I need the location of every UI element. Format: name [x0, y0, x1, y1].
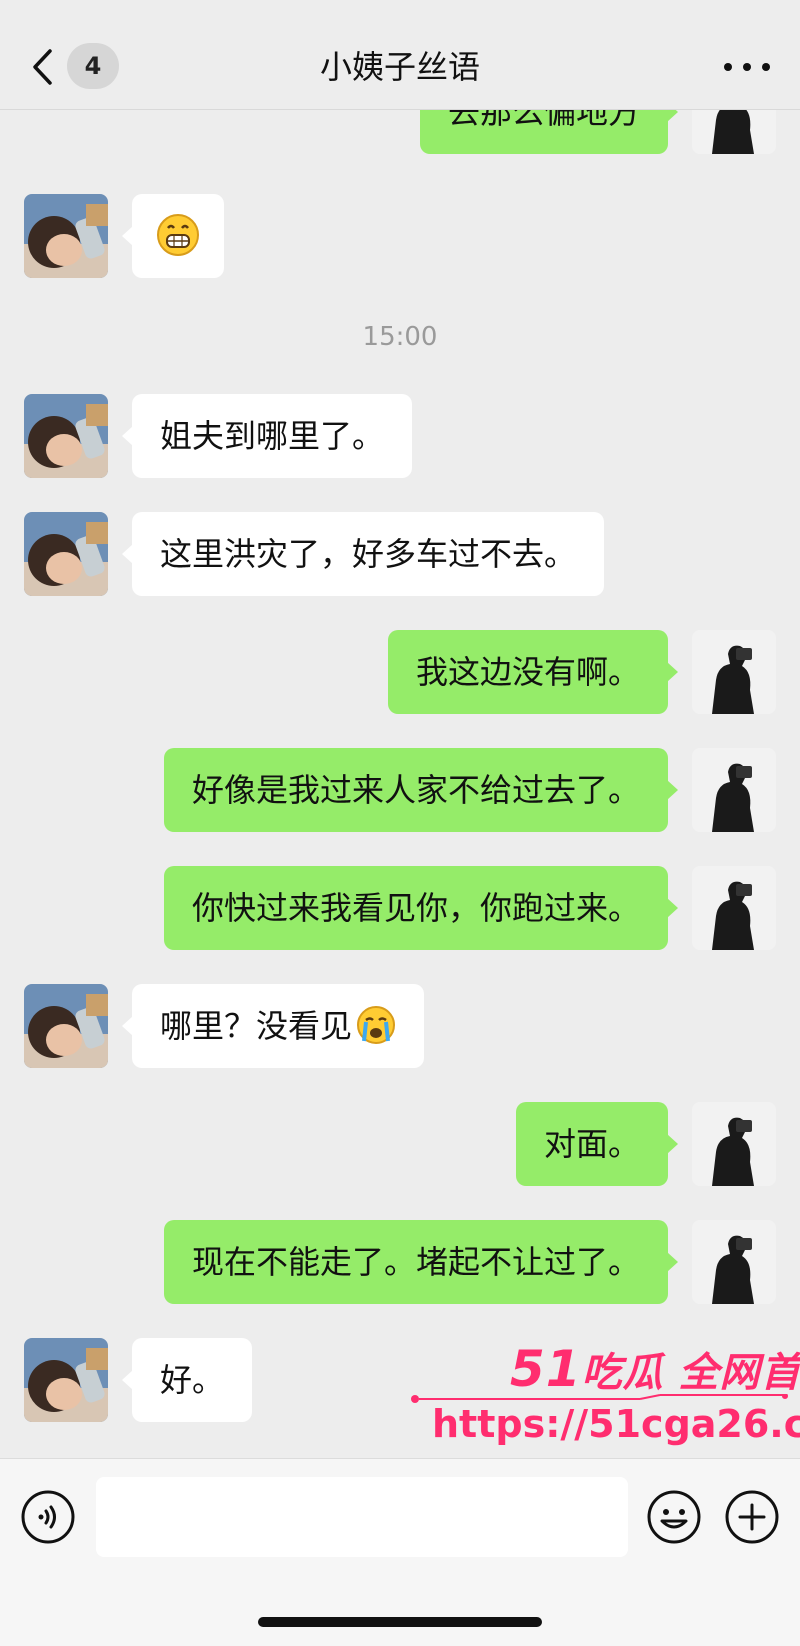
message-list[interactable]: 去那么偏地方 15:00 姐夫到哪里了。 这里洪灾了，好多车过不去。 我这边没有…	[0, 0, 800, 1458]
message-timestamp: 15:00	[362, 322, 438, 352]
watermark-brand: 51吃瓜 全网首发	[510, 1340, 800, 1398]
message-bubble-incoming[interactable]	[122, 194, 224, 278]
message-bubble-outgoing[interactable]: 对面。	[515, 1102, 679, 1186]
contact-avatar[interactable]	[24, 194, 108, 278]
my-avatar[interactable]	[692, 748, 776, 832]
message-bubble-outgoing[interactable]: 好像是我过来人家不给过去了。	[163, 748, 679, 832]
message-bubble-incoming[interactable]: 好。	[121, 1338, 253, 1422]
unread-count-badge[interactable]: 4	[67, 43, 119, 89]
more-dots-icon	[743, 63, 751, 71]
my-avatar[interactable]	[692, 1102, 776, 1186]
more-dots-icon	[762, 63, 770, 71]
message-bubble-outgoing[interactable]: 我这边没有啊。	[387, 630, 679, 714]
message-bubble-outgoing[interactable]: 现在不能走了。堵起不让过了。	[163, 1220, 679, 1304]
voice-input-button[interactable]	[20, 1489, 76, 1545]
watermark: 51吃瓜 全网首发 https://51cga26.com	[410, 1340, 800, 1450]
grinning-emoji-icon	[157, 214, 199, 256]
chat-header: 4 小姨子丝语	[0, 0, 800, 110]
more-options-button[interactable]	[724, 52, 770, 82]
more-dots-icon	[724, 63, 732, 71]
message-input[interactable]	[96, 1477, 628, 1557]
watermark-slogan: 吃瓜 全网首发	[581, 1350, 800, 1396]
chat-input-bar	[0, 1458, 800, 1646]
chevron-left-icon	[33, 49, 52, 85]
plus-icon	[725, 1490, 779, 1544]
more-actions-button[interactable]	[724, 1489, 780, 1545]
chat-title: 小姨子丝语	[319, 48, 480, 86]
contact-avatar[interactable]	[24, 394, 108, 478]
message-text: 哪里？没看见	[160, 1007, 353, 1045]
message-bubble-incoming[interactable]: 这里洪灾了，好多车过不去。	[121, 512, 605, 596]
crying-emoji-icon	[357, 1006, 396, 1044]
watermark-url: https://51cga26.com	[432, 1402, 800, 1446]
message-bubble-outgoing[interactable]: 你快过来我看见你，你跑过来。	[163, 866, 679, 950]
my-avatar[interactable]	[692, 630, 776, 714]
emoji-button[interactable]	[646, 1489, 702, 1545]
contact-avatar[interactable]	[24, 984, 108, 1068]
back-button[interactable]	[26, 44, 60, 90]
voice-icon	[21, 1490, 75, 1544]
home-indicator[interactable]	[258, 1617, 542, 1627]
watermark-number: 51	[510, 1340, 582, 1398]
my-avatar[interactable]	[692, 866, 776, 950]
emoji-icon	[647, 1490, 701, 1544]
message-bubble-incoming[interactable]: 姐夫到哪里了。	[121, 394, 413, 478]
contact-avatar[interactable]	[24, 1338, 108, 1422]
my-avatar[interactable]	[692, 1220, 776, 1304]
message-bubble-incoming[interactable]: 哪里？没看见	[121, 984, 425, 1068]
contact-avatar[interactable]	[24, 512, 108, 596]
